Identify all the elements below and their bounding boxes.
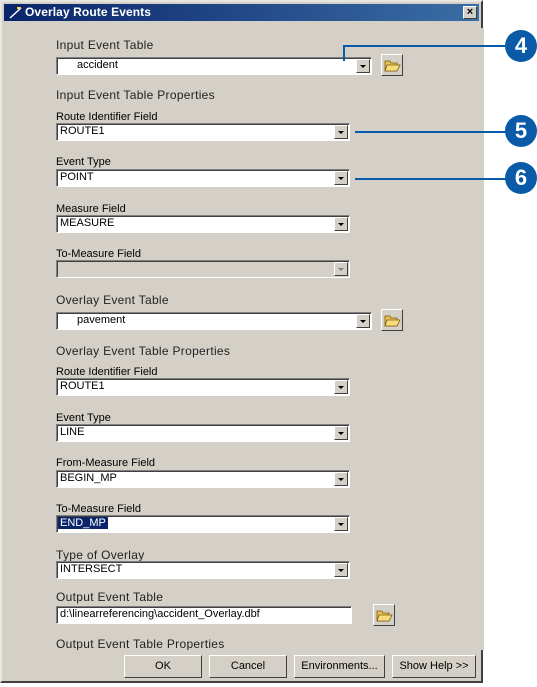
input-event-table-combo[interactable]: accident xyxy=(56,57,372,75)
chevron-down-icon[interactable] xyxy=(334,380,348,394)
output-event-table-field[interactable]: d:\linearreferencing\accident_Overlay.db… xyxy=(56,606,352,624)
open-folder-icon xyxy=(376,610,393,622)
input-event-type-label: Event Type xyxy=(56,156,111,168)
input-route-id-label: Route Identifier Field xyxy=(56,111,158,123)
open-folder-icon xyxy=(384,315,401,327)
input-route-id-value: ROUTE1 xyxy=(60,125,105,137)
callout-4: 4 xyxy=(505,30,537,62)
chevron-down-icon[interactable] xyxy=(334,517,348,531)
overlay-props-header: Overlay Event Table Properties xyxy=(56,344,231,358)
callout-leader-6 xyxy=(355,178,520,180)
overlay-to-measure-label: To-Measure Field xyxy=(56,503,141,515)
browse-output-table-button[interactable] xyxy=(373,604,395,626)
overlay-event-type-label: Event Type xyxy=(56,412,111,424)
callout-5: 5 xyxy=(505,115,537,147)
overlay-from-measure-combo[interactable]: BEGIN_MP xyxy=(56,470,350,488)
chevron-down-icon[interactable] xyxy=(334,472,348,486)
cancel-button[interactable]: Cancel xyxy=(209,655,287,678)
overlay-from-measure-value: BEGIN_MP xyxy=(60,472,117,484)
chevron-down-icon[interactable] xyxy=(334,217,348,231)
chevron-down-icon[interactable] xyxy=(356,314,370,328)
input-measure-label: Measure Field xyxy=(56,203,126,215)
overlay-event-table-value: pavement xyxy=(77,314,126,326)
callout-leader-4-drop xyxy=(343,45,345,61)
overlay-from-measure-label: From-Measure Field xyxy=(56,457,156,469)
input-props-header: Input Event Table Properties xyxy=(56,88,215,102)
overlay-event-type-value: LINE xyxy=(60,426,85,438)
callout-leader-4 xyxy=(343,45,523,47)
dialog-footer: OK Cancel Environments... Show Help >> xyxy=(16,655,478,681)
input-to-measure-label: To-Measure Field xyxy=(56,248,141,260)
output-props-header: Output Event Table Properties xyxy=(56,637,225,650)
close-button[interactable]: × xyxy=(463,6,477,19)
environments-button[interactable]: Environments... xyxy=(294,655,385,678)
input-event-type-combo[interactable]: POINT xyxy=(56,169,350,187)
input-event-table-label: Input Event Table xyxy=(56,38,154,52)
overlay-to-measure-combo[interactable]: END_MP xyxy=(56,515,350,533)
overlay-event-table-label: Overlay Event Table xyxy=(56,293,169,307)
input-route-id-combo[interactable]: ROUTE1 xyxy=(56,123,350,141)
chevron-down-icon xyxy=(334,262,348,276)
chevron-down-icon[interactable] xyxy=(334,426,348,440)
window-title: Overlay Route Events xyxy=(25,5,152,19)
overlay-route-id-combo[interactable]: ROUTE1 xyxy=(56,378,350,396)
overlay-route-id-value: ROUTE1 xyxy=(60,380,105,392)
input-measure-value: MEASURE xyxy=(60,217,115,229)
type-of-overlay-label: Type of Overlay xyxy=(56,548,145,562)
overlay-route-id-label: Route Identifier Field xyxy=(56,366,158,378)
browse-overlay-table-button[interactable] xyxy=(381,309,403,331)
output-event-table-label: Output Event Table xyxy=(56,590,164,604)
chevron-down-icon[interactable] xyxy=(334,563,348,577)
type-of-overlay-value: INTERSECT xyxy=(60,563,123,575)
show-help-button[interactable]: Show Help >> xyxy=(392,655,476,678)
callout-leader-5 xyxy=(355,131,520,133)
chevron-down-icon[interactable] xyxy=(356,59,370,73)
title-bar[interactable]: Overlay Route Events × xyxy=(4,4,479,21)
route-tool-icon xyxy=(9,7,22,19)
ok-button[interactable]: OK xyxy=(124,655,202,678)
overlay-event-type-combo[interactable]: LINE xyxy=(56,424,350,442)
overlay-to-measure-value: END_MP xyxy=(58,517,108,529)
input-event-type-value: POINT xyxy=(60,171,94,183)
chevron-down-icon[interactable] xyxy=(334,125,348,139)
open-folder-icon xyxy=(384,60,401,72)
callout-6: 6 xyxy=(505,162,537,194)
input-measure-combo[interactable]: MEASURE xyxy=(56,215,350,233)
type-of-overlay-combo[interactable]: INTERSECT xyxy=(56,561,350,579)
overlay-event-table-combo[interactable]: pavement xyxy=(56,312,372,330)
browse-input-table-button[interactable] xyxy=(381,54,403,76)
chevron-down-icon[interactable] xyxy=(334,171,348,185)
parameters-panel: Input Event Table accident Input Event T… xyxy=(16,28,484,650)
input-event-table-value: accident xyxy=(77,59,118,71)
input-to-measure-combo xyxy=(56,260,350,278)
output-event-table-value: d:\linearreferencing\accident_Overlay.db… xyxy=(60,608,260,620)
